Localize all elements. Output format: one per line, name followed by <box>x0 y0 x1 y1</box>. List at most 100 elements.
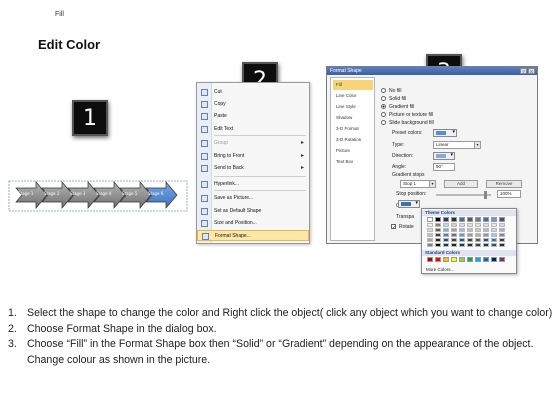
fill-option-slide-background-fill[interactable]: Slide background fill <box>381 120 434 126</box>
color-swatch[interactable] <box>459 238 465 242</box>
color-swatch[interactable] <box>451 217 457 222</box>
color-swatch[interactable] <box>483 228 489 232</box>
color-swatch[interactable] <box>459 257 465 262</box>
color-swatch[interactable] <box>443 243 449 247</box>
fill-option-solid-fill[interactable]: Solid fill <box>381 96 406 102</box>
color-swatch[interactable] <box>475 228 481 232</box>
menu-item-paste[interactable]: Paste <box>197 111 309 122</box>
angle-input[interactable]: 90° <box>433 163 455 171</box>
color-swatch[interactable] <box>499 217 505 222</box>
category-fill[interactable]: Fill <box>333 80 373 90</box>
color-swatch[interactable] <box>427 228 433 232</box>
color-swatch[interactable] <box>427 233 433 237</box>
menu-item-edit-text[interactable]: Edit Text <box>197 124 309 135</box>
color-swatch[interactable] <box>451 228 457 232</box>
rotate-checkbox[interactable]: ✓ Rotate <box>391 224 414 231</box>
color-swatch[interactable] <box>475 243 481 247</box>
color-swatch[interactable] <box>483 238 489 242</box>
color-swatch[interactable] <box>491 217 497 222</box>
category-shadow[interactable]: Shadow <box>333 113 373 123</box>
color-swatch[interactable] <box>475 257 481 262</box>
menu-item-size-and-position[interactable]: Size and Position... <box>197 218 309 229</box>
color-swatch[interactable] <box>459 233 465 237</box>
color-swatch[interactable] <box>475 217 481 222</box>
color-swatch[interactable] <box>443 238 449 242</box>
color-swatch[interactable] <box>443 217 449 222</box>
color-swatch[interactable] <box>491 243 497 247</box>
color-swatch[interactable] <box>443 233 449 237</box>
color-swatch[interactable] <box>467 243 473 247</box>
color-swatch[interactable] <box>483 217 489 222</box>
color-swatch[interactable] <box>467 238 473 242</box>
color-swatch[interactable] <box>443 228 449 232</box>
menu-item-format-shape[interactable]: Format Shape... <box>197 230 309 241</box>
color-swatch[interactable] <box>467 223 473 227</box>
color-swatch[interactable] <box>483 233 489 237</box>
color-swatch[interactable] <box>491 257 497 262</box>
category-text-box[interactable]: Text Box <box>333 157 373 167</box>
stop-position-slider[interactable] <box>436 191 491 199</box>
color-swatch[interactable] <box>475 238 481 242</box>
color-swatch[interactable] <box>467 233 473 237</box>
color-swatch[interactable] <box>459 243 465 247</box>
color-swatch[interactable] <box>499 238 505 242</box>
color-swatch[interactable] <box>459 228 465 232</box>
color-swatch[interactable] <box>427 223 433 227</box>
preset-colors-button[interactable]: ▾ <box>433 129 457 137</box>
remove-stop-button[interactable]: Remove <box>486 180 522 188</box>
color-swatch[interactable] <box>467 228 473 232</box>
color-swatch[interactable] <box>475 233 481 237</box>
category-3-d-rotation[interactable]: 3-D Rotation <box>333 135 373 145</box>
color-swatch[interactable] <box>443 257 449 262</box>
type-select[interactable]: Linear ▾ <box>433 141 481 149</box>
menu-item-hyperlink[interactable]: Hyperlink... <box>197 179 309 190</box>
color-swatch[interactable] <box>491 228 497 232</box>
category-picture[interactable]: Picture <box>333 146 373 156</box>
menu-item-copy[interactable]: Copy <box>197 99 309 110</box>
category-line-color[interactable]: Line Color <box>333 91 373 101</box>
color-swatch[interactable] <box>491 238 497 242</box>
menu-item-send-to-back[interactable]: Send to Back ▸ <box>197 163 309 174</box>
category-line-style[interactable]: Line Style <box>333 102 373 112</box>
stop-select[interactable]: Stop 1 ▾ <box>400 180 436 188</box>
arrow-shape[interactable]: Stage 6 <box>144 180 178 210</box>
color-swatch[interactable] <box>483 243 489 247</box>
color-swatch[interactable] <box>483 223 489 227</box>
color-swatch[interactable] <box>499 257 505 262</box>
help-button[interactable]: ? <box>520 68 527 74</box>
color-swatch[interactable] <box>435 238 441 242</box>
color-swatch[interactable] <box>435 257 441 262</box>
color-swatch[interactable] <box>435 217 441 222</box>
color-swatch[interactable] <box>483 257 489 262</box>
color-swatch[interactable] <box>499 223 505 227</box>
color-swatch[interactable] <box>435 243 441 247</box>
color-swatch[interactable] <box>435 233 441 237</box>
fill-option-picture-or-texture-fill[interactable]: Picture or texture fill <box>381 112 433 118</box>
color-swatch[interactable] <box>459 223 465 227</box>
color-swatch[interactable] <box>435 223 441 227</box>
more-colors-link[interactable]: More Colors... <box>426 267 454 272</box>
color-swatch[interactable] <box>427 238 433 242</box>
arrow-shape-strip[interactable]: Stage 1 Stage 2 Stage 3 Stage 4 Stage 5 Stage… <box>8 180 188 212</box>
menu-item-set-as-default-shape[interactable]: Set as Default Shape <box>197 206 309 217</box>
color-swatch[interactable] <box>435 228 441 232</box>
fill-option-no-fill[interactable]: No fill <box>381 88 402 94</box>
direction-button[interactable]: ▾ <box>433 152 455 160</box>
color-swatch[interactable] <box>451 238 457 242</box>
add-stop-button[interactable]: Add <box>444 180 478 188</box>
color-swatch[interactable] <box>491 223 497 227</box>
color-swatch[interactable] <box>427 217 433 222</box>
color-swatch[interactable] <box>451 243 457 247</box>
color-swatch[interactable] <box>427 257 433 262</box>
color-swatch[interactable] <box>459 217 465 222</box>
color-swatch[interactable] <box>451 223 457 227</box>
color-swatch[interactable] <box>427 243 433 247</box>
color-swatch[interactable] <box>467 217 473 222</box>
color-swatch[interactable] <box>499 243 505 247</box>
color-swatch[interactable] <box>491 233 497 237</box>
stop-position-input[interactable]: 100% <box>497 190 521 198</box>
color-swatch[interactable] <box>499 233 505 237</box>
color-swatch[interactable] <box>443 223 449 227</box>
menu-item-cut[interactable]: Cut <box>197 87 309 98</box>
color-swatch[interactable] <box>467 257 473 262</box>
